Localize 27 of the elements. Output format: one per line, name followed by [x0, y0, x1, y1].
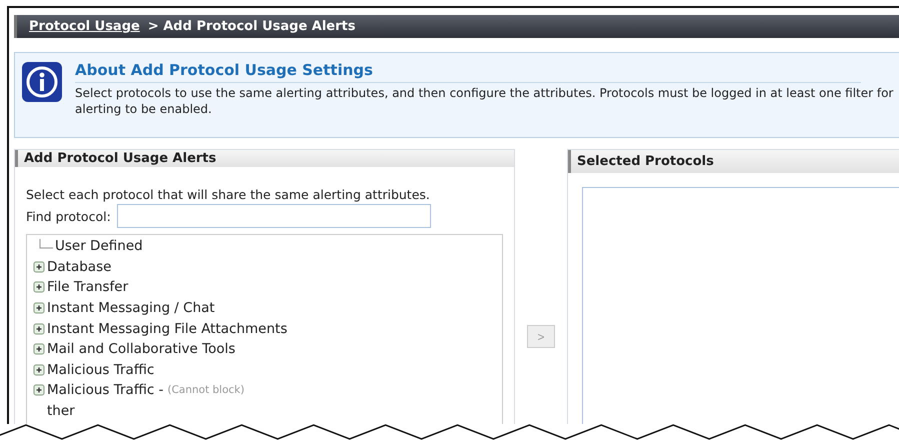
- field-label: Find protocol:: [26, 208, 111, 224]
- expand-icon[interactable]: [33, 302, 45, 314]
- tree-item[interactable]: ther: [47, 403, 75, 420]
- expand-icon[interactable]: [33, 364, 45, 376]
- tree-item[interactable]: Instant Messaging / Chat: [47, 300, 215, 316]
- breadcrumb-link[interactable]: Protocol Usage: [29, 19, 140, 34]
- info-icon: [21, 61, 63, 103]
- tree-item[interactable]: Malicious Traffic: [47, 362, 154, 378]
- item-note: (Cannot block): [167, 384, 244, 396]
- tree-item[interactable]: Malicious Traffic -: [47, 382, 164, 398]
- expand-icon[interactable]: [33, 322, 45, 335]
- expand-icon[interactable]: [33, 384, 45, 396]
- tree-item[interactable]: Database: [47, 258, 112, 275]
- info-text: Select protocols to use the same alerting attributes, and then configure the attributes. Protocols must be logged in at least one filter for alerting to be enabled.: [75, 85, 894, 117]
- expand-icon[interactable]: [33, 281, 45, 294]
- panel-title: Selected Protocols: [568, 150, 899, 173]
- page-title: > Add Protocol Usage Alerts: [148, 19, 356, 34]
- tree-item[interactable]: File Transfer: [47, 279, 128, 296]
- expand-icon[interactable]: [33, 343, 45, 356]
- expand-icon[interactable]: [33, 260, 45, 273]
- panel-title: Add Protocol Usage Alerts: [15, 150, 514, 167]
- info-title: About Add Protocol Usage Settings: [75, 61, 862, 83]
- instruction-text: Select each protocol that will share the same alerting attributes.: [26, 187, 431, 202]
- tree-item[interactable]: Mail and Collaborative Tools: [47, 341, 236, 358]
- tree-item[interactable]: User Defined: [55, 238, 143, 254]
- tree-item[interactable]: Instant Messaging File Attachments: [47, 320, 288, 337]
- find-protocol-field[interactable]: [116, 204, 431, 228]
